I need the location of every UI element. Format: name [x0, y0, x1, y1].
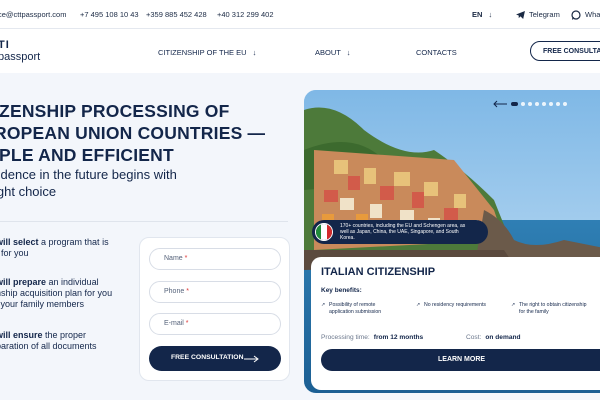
chevron-down-icon: ↓ — [346, 48, 351, 57]
benefit-item: ↗ The right to obtain citizenship for the… — [511, 302, 586, 315]
info-text-line: Korea. — [340, 235, 355, 241]
logo-text-top: TI — [0, 39, 10, 51]
benefit-text: application submission — [329, 308, 382, 315]
required-mark: * — [185, 320, 189, 327]
hero-title-line: IZENSHIP PROCESSING OF — [0, 101, 230, 121]
slider-dot[interactable] — [528, 102, 532, 106]
chevron-down-icon: ↓ — [252, 48, 257, 57]
step-text: l your family members — [0, 299, 85, 309]
telegram-label: Telegram — [529, 10, 560, 19]
main-header: TI passport CITIZENSHIP OF THE EU ↓ ABOU… — [0, 29, 600, 73]
step-text: a program that is — [38, 237, 109, 247]
cost: Cost: on demand — [466, 334, 521, 341]
step-select: will select a program that is t for you — [0, 237, 109, 259]
slider-dot-active[interactable] — [511, 102, 518, 106]
arrow-left-icon[interactable] — [493, 100, 507, 108]
name-placeholder: Name — [164, 255, 183, 262]
processing-time: Processing time: from 12 months — [321, 334, 423, 341]
benefit-text: No residency requirements — [424, 302, 486, 308]
step-text: t for you — [0, 248, 29, 258]
benefit-text: The right to obtain citizenship — [519, 302, 587, 308]
free-consultation-submit-button[interactable]: FREE CONSULTATION — [149, 346, 281, 371]
free-consultation-header-button[interactable]: FREE CONSULTATIO — [530, 41, 600, 61]
nav-about[interactable]: ABOUT ↓ — [315, 48, 351, 57]
cost-label: Cost: — [466, 334, 482, 341]
citizenship-details-panel: ITALIAN CITIZENSHIP Key benefits: ↗ Poss… — [311, 257, 600, 390]
language-selector[interactable]: EN ↓ — [472, 10, 492, 19]
key-benefits-label: Key benefits: — [321, 287, 362, 294]
step-keyword: will ensure — [0, 330, 43, 340]
card-title: ITALIAN CITIZENSHIP — [321, 266, 436, 278]
consultation-form: Name * Phone * E-mail * FREE CONSULTATIO… — [139, 237, 290, 381]
benefit-item: ↗ Possibility of remote application submi… — [321, 302, 381, 315]
hero-subtitle-line: fidence in the future begins with — [0, 167, 177, 182]
nav-label: CITIZENSHIP OF THE EU — [158, 48, 247, 57]
nav-label: ABOUT — [315, 48, 341, 57]
submit-label: FREE CONSULTATION — [171, 354, 244, 361]
phone-field[interactable]: Phone * — [149, 281, 281, 303]
hero-title-line: ROPEAN UNION COUNTRIES — — [0, 123, 266, 143]
nav-contacts[interactable]: CONTACTS — [416, 48, 457, 57]
top-contact-bar: ce@cttpassport.com +7 495 108 10 43 +359… — [0, 0, 600, 28]
slider-dot[interactable] — [542, 102, 546, 106]
phone-placeholder: Phone — [164, 288, 185, 295]
step-text: nship acquisition plan for you — [0, 288, 113, 298]
chevron-down-icon: ↓ — [488, 10, 493, 19]
whatsapp-label: Wha — [585, 10, 600, 19]
email-link[interactable]: ce@cttpassport.com — [0, 10, 66, 19]
language-label: EN — [472, 10, 483, 19]
required-mark: * — [186, 288, 189, 295]
phone-link-bg[interactable]: +359 885 452 428 — [146, 10, 207, 19]
step-text: an individual — [46, 277, 99, 287]
benefit-arrow-icon: ↗ — [416, 302, 421, 308]
processing-label: Processing time: — [321, 334, 370, 341]
step-text: the proper — [42, 330, 87, 340]
learn-more-button[interactable]: LEARN MORE — [321, 349, 600, 371]
benefit-arrow-icon: ↗ — [321, 302, 326, 308]
italy-flag-icon — [315, 223, 333, 241]
nav-citizenship-eu[interactable]: CITIZENSHIP OF THE EU ↓ — [158, 48, 256, 57]
required-mark: * — [184, 255, 188, 262]
hero-title-line: IPLE AND EFFICIENT — [0, 145, 174, 165]
processing-value: from 12 months — [373, 334, 424, 341]
slider-dot[interactable] — [549, 102, 553, 106]
hero-subtitle: fidence in the future begins with ight c… — [0, 166, 177, 200]
email-placeholder: E-mail — [164, 320, 184, 327]
hero-subtitle-line: ight choice — [0, 184, 57, 199]
name-field[interactable]: Name * — [149, 248, 281, 270]
step-ensure: will ensure the proper paration of all d… — [0, 330, 97, 352]
visa-free-info-badge: 170+ countries, including the EU and Sch… — [312, 220, 488, 244]
hero-title: IZENSHIP PROCESSING OF ROPEAN UNION COUN… — [0, 100, 265, 166]
benefit-arrow-icon: ↗ — [511, 302, 516, 308]
slider-dot[interactable] — [563, 102, 567, 106]
logo-text-bottom: passport — [0, 51, 41, 63]
telegram-link[interactable]: Telegram — [516, 10, 560, 20]
phone-link-ro[interactable]: +40 312 299 402 — [217, 10, 274, 19]
telegram-icon — [516, 11, 525, 20]
cost-value: on demand — [485, 334, 521, 341]
step-keyword: will prepare — [0, 277, 47, 287]
email-field[interactable]: E-mail * — [149, 313, 281, 335]
whatsapp-icon — [571, 10, 581, 20]
phone-link-ru[interactable]: +7 495 108 10 43 — [80, 10, 139, 19]
step-prepare: will prepare an individual nship acquisi… — [0, 277, 112, 310]
benefit-item: ↗ No residency requirements — [416, 302, 486, 309]
whatsapp-link[interactable]: Wha — [571, 10, 600, 20]
arrow-right-icon — [244, 355, 259, 363]
slider-dot[interactable] — [521, 102, 525, 106]
step-text: paration of all documents — [0, 341, 97, 351]
divider — [0, 221, 288, 222]
slider-dot[interactable] — [556, 102, 560, 106]
slider-dot[interactable] — [535, 102, 539, 106]
benefit-text: for the family — [519, 308, 549, 315]
slider-navigation — [493, 100, 567, 108]
step-keyword: will select — [0, 237, 39, 247]
benefit-text: Possibility of remote — [329, 302, 376, 308]
